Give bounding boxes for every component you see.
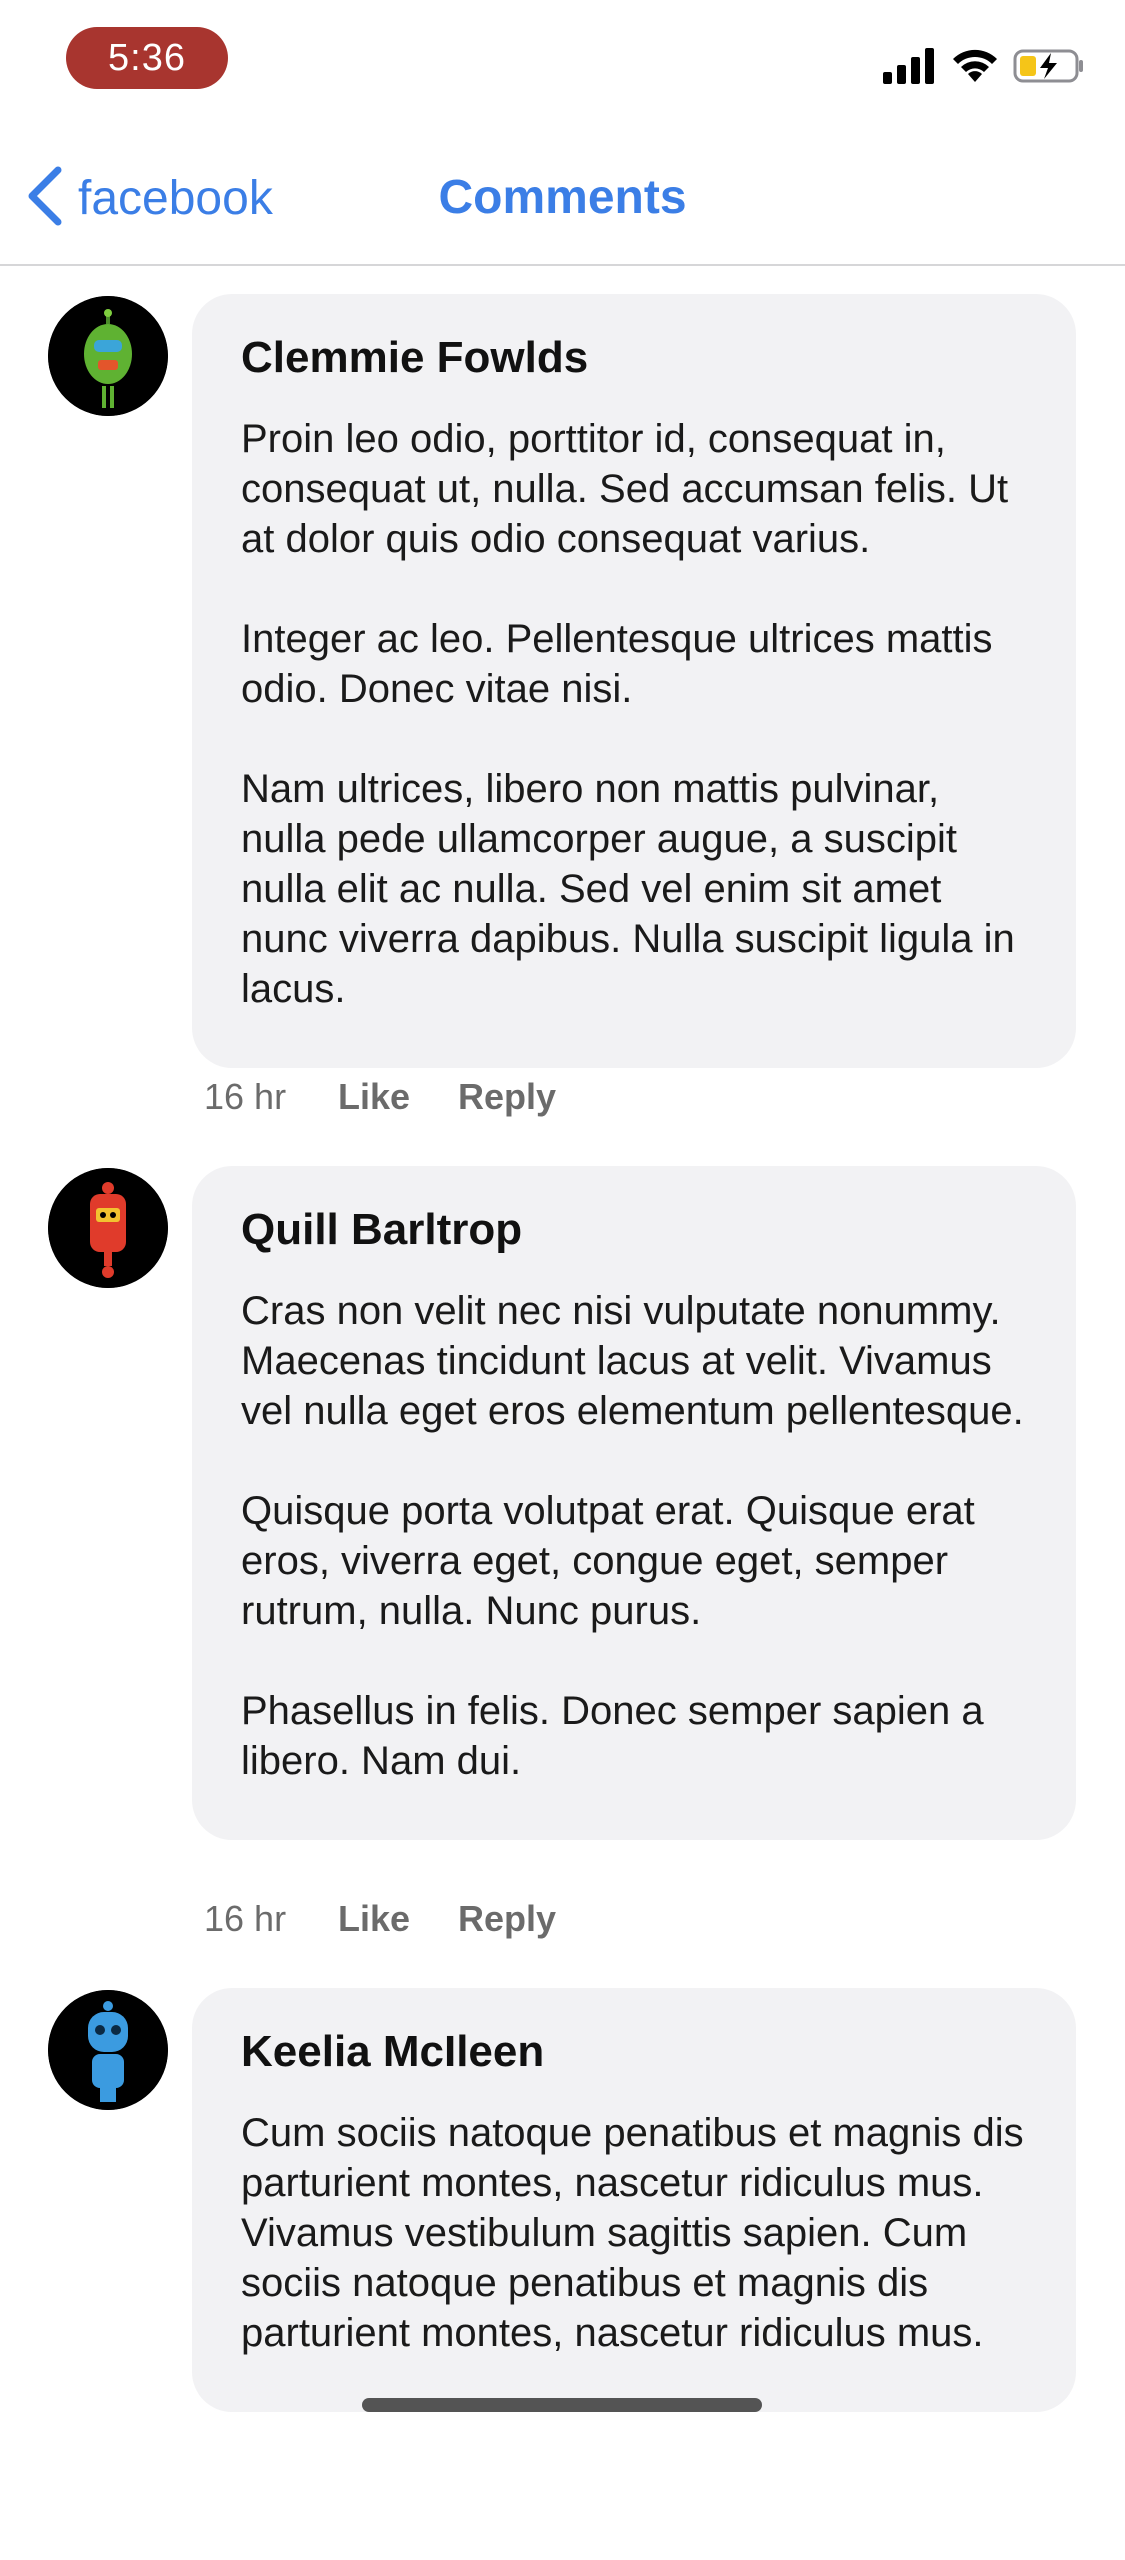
avatar[interactable] [48,1990,168,2110]
like-button[interactable]: Like [338,1894,458,1944]
comment-author[interactable]: Keelia McIleen [241,2026,1026,2078]
comment-item: Clemmie Fowlds Proin leo odio, porttitor… [0,266,1125,1138]
comment-body: Proin leo odio, porttitor id, consequat … [241,414,1026,1014]
comment-timestamp: 16 hr [204,1898,287,1939]
comment-timestamp: 16 hr [204,1076,287,1117]
comment-bubble: Quill Barltrop Cras non velit nec nisi v… [192,1166,1076,1840]
comment-paragraph: Integer ac leo. Pellentesque ultrices ma… [241,617,993,711]
comment-item: Keelia McIleen Cum sociis natoque penati… [0,1960,1125,2560]
avatar[interactable] [48,1168,168,1288]
comment-bubble: Keelia McIleen Cum sociis natoque penati… [192,1988,1076,2412]
navigation-bar: facebook Comments [0,132,1125,266]
blue-robot-avatar-icon [48,1990,168,2110]
comment-actions: 16 hr Like Reply [204,1072,556,1122]
page-title: Comments [438,171,687,224]
home-indicator[interactable] [362,2398,762,2412]
reply-button[interactable]: Reply [458,1072,556,1122]
comments-list: Clemmie Fowlds Proin leo odio, porttitor… [0,266,1125,2560]
comment-paragraph: Proin leo odio, porttitor id, consequat … [241,417,1009,561]
wifi-icon [951,48,999,89]
status-icons [883,47,1085,89]
signal-icon [883,47,937,89]
comment-paragraph: Cum sociis natoque penatibus et magnis d… [241,2111,1024,2355]
comment-author[interactable]: Quill Barltrop [241,1204,1026,1256]
comment-item: Quill Barltrop Cras non velit nec nisi v… [0,1138,1125,1960]
comment-actions: 16 hr Like Reply [204,1894,556,1944]
status-time[interactable]: 5:36 [66,27,228,89]
comment-paragraph: Nam ultrices, libero non mattis pulvinar… [241,767,1015,1011]
comment-body: Cras non velit nec nisi vulputate nonumm… [241,1286,1026,1786]
battery-charging-icon [1013,48,1085,89]
green-robot-avatar-icon [48,296,168,416]
status-bar: 5:36 [0,0,1125,132]
comment-author[interactable]: Clemmie Fowlds [241,332,1026,384]
avatar[interactable] [48,296,168,416]
comment-body: Cum sociis natoque penatibus et magnis d… [241,2108,1026,2358]
red-robot-avatar-icon [48,1168,168,1288]
comment-paragraph: Quisque porta volutpat erat. Quisque era… [241,1489,975,1633]
comment-paragraph: Cras non velit nec nisi vulputate nonumm… [241,1289,1024,1433]
comment-paragraph: Phasellus in felis. Donec semper sapien … [241,1689,984,1783]
reply-button[interactable]: Reply [458,1894,556,1944]
comment-bubble: Clemmie Fowlds Proin leo odio, porttitor… [192,294,1076,1068]
like-button[interactable]: Like [338,1072,458,1122]
